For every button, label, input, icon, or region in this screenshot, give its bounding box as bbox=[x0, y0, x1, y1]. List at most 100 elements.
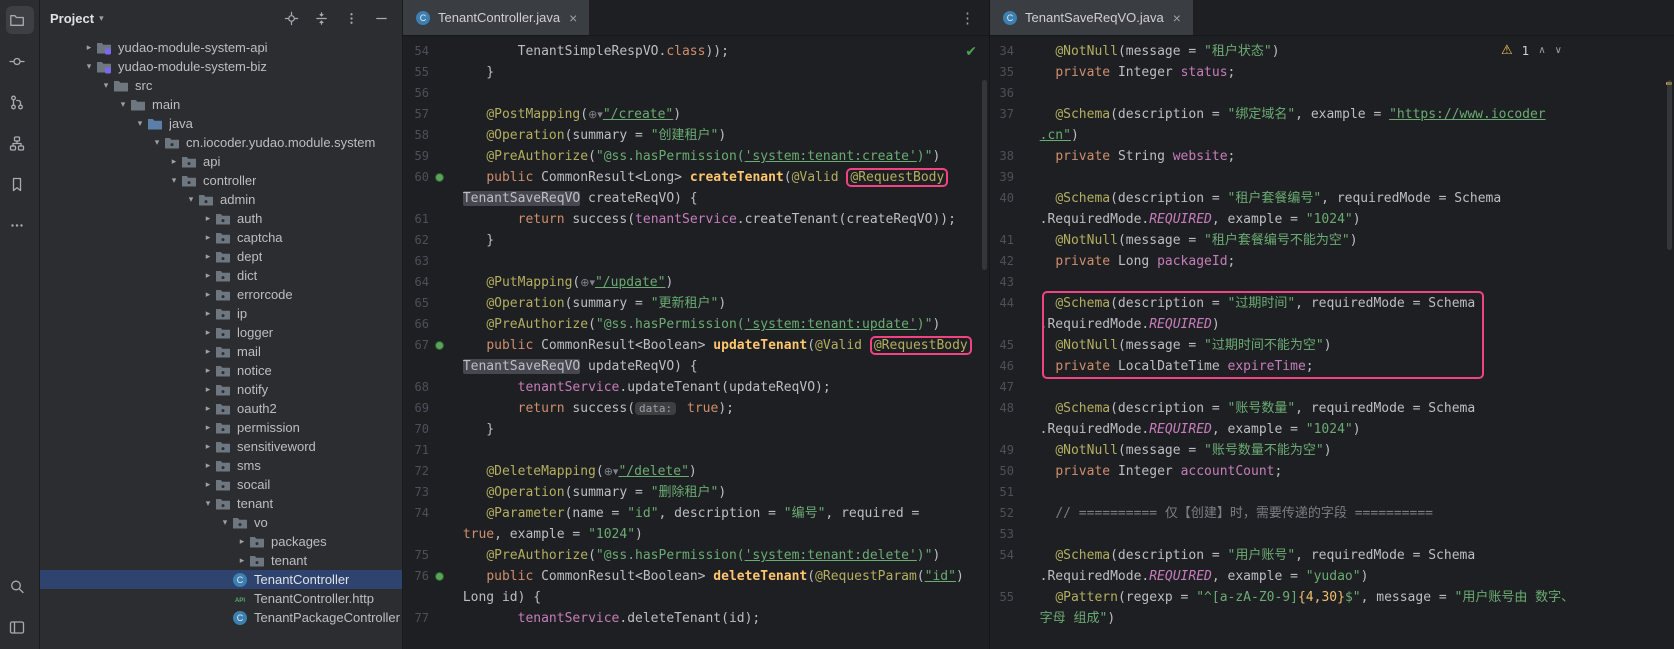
search-button[interactable] bbox=[6, 572, 34, 600]
gutter-line-number[interactable]: 54 bbox=[990, 545, 1014, 566]
gutter-line-number[interactable]: 69 bbox=[403, 398, 429, 419]
chevron-down-icon[interactable]: ▾ bbox=[99, 76, 113, 95]
project-folder-button[interactable] bbox=[6, 6, 34, 34]
gutter-line-number[interactable] bbox=[990, 608, 1014, 629]
scrollbar[interactable] bbox=[982, 80, 987, 270]
tree-item-ip[interactable]: ▸ip bbox=[40, 304, 402, 323]
gutter-line-number[interactable]: 56 bbox=[403, 83, 429, 104]
chevron-right-icon[interactable]: ▸ bbox=[201, 285, 215, 304]
gutter-line-number[interactable] bbox=[403, 188, 429, 209]
chevron-down-icon[interactable]: ▾ bbox=[167, 171, 181, 190]
tree-item-captcha[interactable]: ▸captcha bbox=[40, 228, 402, 247]
chevron-right-icon[interactable]: ▸ bbox=[201, 475, 215, 494]
chevron-right-icon[interactable]: ▸ bbox=[201, 418, 215, 437]
gutter-line-number[interactable]: 76 bbox=[403, 566, 429, 587]
chevron-right-icon[interactable]: ▸ bbox=[201, 228, 215, 247]
gutter-line-number[interactable]: 68 bbox=[403, 377, 429, 398]
tree-item-permission[interactable]: ▸permission bbox=[40, 418, 402, 437]
tree-item-yudao-module-system-api[interactable]: ▸yudao-module-system-api bbox=[40, 38, 402, 57]
gutter-line-number[interactable]: 77 bbox=[403, 608, 429, 629]
chevron-right-icon[interactable]: ▸ bbox=[201, 266, 215, 285]
gutter-line-number[interactable]: 45 bbox=[990, 335, 1014, 356]
tree-item-packages[interactable]: ▸packages bbox=[40, 532, 402, 551]
tree-item-java[interactable]: ▾java bbox=[40, 114, 402, 133]
gutter-line-number[interactable]: 71 bbox=[403, 440, 429, 461]
tree-item-logger[interactable]: ▸logger bbox=[40, 323, 402, 342]
chevron-right-icon[interactable]: ▸ bbox=[201, 342, 215, 361]
gutter-line-number[interactable]: 55 bbox=[990, 587, 1014, 608]
gutter-line-number[interactable]: 63 bbox=[403, 251, 429, 272]
gutter-line-number[interactable]: 72 bbox=[403, 461, 429, 482]
terminal-button[interactable] bbox=[6, 613, 34, 641]
inspections-ok-icon[interactable]: ✔ bbox=[965, 44, 977, 60]
locate-file-button[interactable] bbox=[286, 10, 302, 26]
gutter-line-number[interactable]: 39 bbox=[990, 167, 1014, 188]
tree-item-dict[interactable]: ▸dict bbox=[40, 266, 402, 285]
gutter-line-number[interactable]: 66 bbox=[403, 314, 429, 335]
hide-panel-button[interactable] bbox=[376, 10, 392, 26]
chevron-right-icon[interactable]: ▸ bbox=[235, 532, 249, 551]
tree-item-auth[interactable]: ▸auth bbox=[40, 209, 402, 228]
spring-bean-gutter-icon[interactable] bbox=[435, 173, 444, 182]
editor-tenantcontroller[interactable]: ✔ 54 TenantSimpleRespVO.class));55 }5657… bbox=[403, 36, 989, 649]
chevron-right-icon[interactable]: ▸ bbox=[82, 38, 96, 57]
prev-problem-icon[interactable]: ∧ bbox=[1538, 45, 1545, 56]
gutter-line-number[interactable]: 37 bbox=[990, 104, 1014, 125]
inspections-widget[interactable]: ⚠ 1 ∧ ∨ bbox=[1501, 43, 1562, 58]
gutter-line-number[interactable]: 73 bbox=[403, 482, 429, 503]
chevron-down-icon[interactable]: ▾ bbox=[218, 513, 232, 532]
chevron-right-icon[interactable]: ▸ bbox=[201, 437, 215, 456]
expand-collapse-button[interactable] bbox=[316, 10, 332, 26]
tree-item-tenantpackagecontroller[interactable]: CTenantPackageController bbox=[40, 608, 402, 627]
tree-item-notice[interactable]: ▸notice bbox=[40, 361, 402, 380]
gutter-line-number[interactable]: 44 bbox=[990, 293, 1014, 314]
project-panel-title[interactable]: Project bbox=[50, 11, 94, 26]
gutter-line-number[interactable]: 48 bbox=[990, 398, 1014, 419]
gutter-line-number[interactable] bbox=[403, 587, 429, 608]
tree-item-main[interactable]: ▾main bbox=[40, 95, 402, 114]
gutter-line-number[interactable]: 36 bbox=[990, 83, 1014, 104]
tree-item-controller[interactable]: ▾controller bbox=[40, 171, 402, 190]
gutter-line-number[interactable]: 57 bbox=[403, 104, 429, 125]
tree-item-admin[interactable]: ▾admin bbox=[40, 190, 402, 209]
gutter-line-number[interactable] bbox=[990, 125, 1014, 146]
chevron-right-icon[interactable]: ▸ bbox=[201, 323, 215, 342]
tree-item-tenant[interactable]: ▾tenant bbox=[40, 494, 402, 513]
tree-item-tenant[interactable]: ▸tenant bbox=[40, 551, 402, 570]
tree-item-tenantcontroller[interactable]: CTenantController bbox=[40, 570, 402, 589]
gutter-line-number[interactable]: 41 bbox=[990, 230, 1014, 251]
spring-bean-gutter-icon[interactable] bbox=[435, 572, 444, 581]
next-problem-icon[interactable]: ∨ bbox=[1555, 45, 1562, 56]
chevron-right-icon[interactable]: ▸ bbox=[201, 209, 215, 228]
gutter-line-number[interactable]: 54 bbox=[403, 41, 429, 62]
gutter-line-number[interactable]: 34 bbox=[990, 41, 1014, 62]
gutter-line-number[interactable]: 42 bbox=[990, 251, 1014, 272]
gutter-line-number[interactable] bbox=[990, 566, 1014, 587]
chevron-down-icon[interactable]: ▾ bbox=[184, 190, 198, 209]
gutter-line-number[interactable]: 70 bbox=[403, 419, 429, 440]
tree-item-oauth2[interactable]: ▸oauth2 bbox=[40, 399, 402, 418]
editor-tenantsavereqvo[interactable]: ⚠ 1 ∧ ∨ 34 @NotNull(message = "租户状态")35 … bbox=[990, 36, 1674, 649]
structure-button[interactable] bbox=[6, 129, 34, 157]
gutter-line-number[interactable]: 61 bbox=[403, 209, 429, 230]
chevron-down-icon[interactable]: ▾ bbox=[150, 133, 164, 152]
gutter-line-number[interactable]: 59 bbox=[403, 146, 429, 167]
gutter-line-number[interactable]: 35 bbox=[990, 62, 1014, 83]
gutter-line-number[interactable]: 58 bbox=[403, 125, 429, 146]
gutter-line-number[interactable]: 62 bbox=[403, 230, 429, 251]
gutter-line-number[interactable]: 47 bbox=[990, 377, 1014, 398]
chevron-right-icon[interactable]: ▸ bbox=[201, 361, 215, 380]
close-icon[interactable]: × bbox=[1173, 10, 1181, 26]
tree-item-sms[interactable]: ▸sms bbox=[40, 456, 402, 475]
tree-item-vo[interactable]: ▾vo bbox=[40, 513, 402, 532]
chevron-right-icon[interactable]: ▸ bbox=[201, 456, 215, 475]
tree-item-sensitiveword[interactable]: ▸sensitiveword bbox=[40, 437, 402, 456]
tree-item-notify[interactable]: ▸notify bbox=[40, 380, 402, 399]
chevron-down-icon[interactable]: ▾ bbox=[99, 13, 104, 24]
gutter-line-number[interactable] bbox=[990, 314, 1014, 335]
options-menu-button[interactable] bbox=[346, 10, 362, 26]
chevron-down-icon[interactable]: ▾ bbox=[201, 494, 215, 513]
gutter-line-number[interactable] bbox=[990, 419, 1014, 440]
commit-button[interactable] bbox=[6, 47, 34, 75]
gutter-line-number[interactable]: 50 bbox=[990, 461, 1014, 482]
